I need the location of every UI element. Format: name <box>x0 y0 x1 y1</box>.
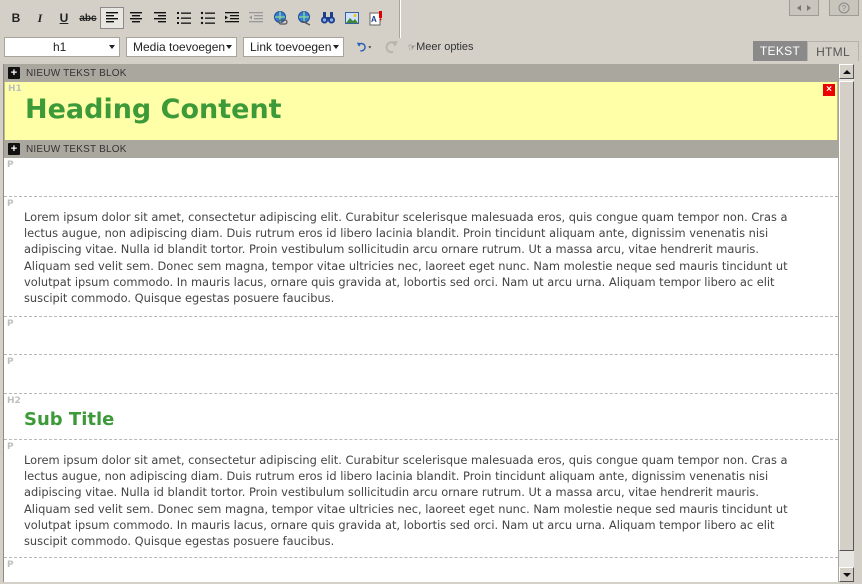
link-select-value: Link toevoegen <box>250 40 332 54</box>
more-options-icon: ☞ <box>408 42 417 52</box>
new-text-block-bar[interactable]: + NIEUW TEKST BLOK <box>4 140 838 158</box>
align-left-icon[interactable] <box>100 7 124 29</box>
paragraph-block-empty[interactable]: P <box>4 355 838 394</box>
toolbar-divider-highlight <box>400 0 401 38</box>
new-block-label: NIEUW TEKST BLOK <box>26 143 127 155</box>
redo-icon <box>385 41 398 54</box>
resize-icon <box>797 4 811 11</box>
help-icon: ? <box>838 2 850 13</box>
insert-link-icon[interactable] <box>268 7 292 29</box>
tab-html[interactable]: HTML <box>807 41 859 61</box>
new-text-block-bar[interactable]: + NIEUW TEKST BLOK <box>4 64 838 82</box>
svg-text:A: A <box>371 15 377 24</box>
block-tag: P <box>7 560 14 570</box>
block-tag: H2 <box>7 396 21 406</box>
format-select-value: h1 <box>53 40 67 54</box>
paragraph-text[interactable]: Lorem ipsum dolor sit amet, consectetur … <box>24 452 809 549</box>
plus-icon[interactable]: + <box>8 143 20 155</box>
paragraph-block[interactable]: P Lorem ipsum dolor sit amet, consectetu… <box>4 440 838 558</box>
strikethrough-label: abc <box>79 12 97 24</box>
remove-link-icon[interactable] <box>292 7 316 29</box>
new-block-label: NIEUW TEKST BLOK <box>26 67 127 79</box>
italic-label: I <box>37 10 43 25</box>
editor-content[interactable]: + NIEUW TEKST BLOK H1 Heading Content × … <box>3 64 838 582</box>
subtitle-block[interactable]: H2 Sub Title <box>4 394 838 440</box>
undo-button[interactable] <box>350 36 378 58</box>
bold-icon[interactable]: B <box>4 7 28 29</box>
close-icon[interactable]: × <box>823 84 835 96</box>
block-tag: P <box>7 442 14 452</box>
chevron-down-icon <box>226 45 232 49</box>
block-tag: P <box>7 160 14 170</box>
block-tag: H1 <box>8 84 22 94</box>
editor-window: B I U abc A ? h1 Media toevoegen Link to… <box>0 0 862 584</box>
scroll-down-button[interactable] <box>839 567 854 582</box>
block-tag: P <box>7 319 14 329</box>
bold-label: B <box>11 11 21 25</box>
scrollbar-thumb[interactable] <box>839 81 854 551</box>
ordered-list-icon[interactable] <box>172 7 196 29</box>
heading-text[interactable]: Heading Content <box>25 94 282 125</box>
outdent-icon[interactable] <box>220 7 244 29</box>
plus-icon[interactable]: + <box>8 67 20 79</box>
arrow-down-icon <box>842 572 851 577</box>
tab-text[interactable]: TEKST <box>753 41 807 61</box>
spellcheck-icon[interactable]: A <box>364 7 388 29</box>
vertical-scrollbar[interactable] <box>838 64 854 582</box>
paragraph-text[interactable]: Lorem ipsum dolor sit amet, consectetur … <box>24 209 809 306</box>
help-button[interactable]: ? <box>829 0 859 16</box>
heading-block[interactable]: H1 Heading Content × <box>4 82 838 140</box>
insert-image-icon[interactable] <box>340 7 364 29</box>
format-select[interactable]: h1 <box>4 37 120 57</box>
align-right-icon[interactable] <box>148 7 172 29</box>
svg-text:?: ? <box>842 4 847 13</box>
block-tag: P <box>7 199 14 209</box>
link-select[interactable]: Link toevoegen <box>243 37 344 57</box>
block-tag: P <box>7 357 14 367</box>
tab-html-label: HTML <box>816 44 850 59</box>
chevron-down-icon <box>333 45 339 49</box>
formatting-toolbar: B I U abc A <box>4 6 388 30</box>
tab-text-label: TEKST <box>759 44 801 58</box>
strikethrough-icon[interactable]: abc <box>76 7 100 29</box>
media-select[interactable]: Media toevoegen <box>126 37 237 57</box>
paragraph-block-empty[interactable]: P <box>4 317 838 355</box>
insert-toolbar: h1 Media toevoegen Link toevoegen ☞Meer … <box>4 36 474 58</box>
chevron-down-icon <box>109 45 115 49</box>
more-options-label: Meer opties <box>416 41 474 53</box>
paragraph-block-empty[interactable]: P <box>4 158 838 197</box>
unordered-list-icon[interactable] <box>196 7 220 29</box>
indent-icon[interactable] <box>244 7 268 29</box>
media-select-value: Media toevoegen <box>133 40 226 54</box>
undo-icon <box>356 42 372 52</box>
subtitle-text[interactable]: Sub Title <box>24 409 114 430</box>
more-options-link[interactable]: ☞Meer opties <box>408 41 474 53</box>
find-icon[interactable] <box>316 7 340 29</box>
scroll-up-button[interactable] <box>839 64 854 79</box>
redo-button[interactable] <box>384 36 400 58</box>
paragraph-block-empty[interactable]: P <box>4 558 838 582</box>
resize-editor-button[interactable] <box>789 0 819 16</box>
paragraph-block[interactable]: P Lorem ipsum dolor sit amet, consectetu… <box>4 197 838 317</box>
align-center-icon[interactable] <box>124 7 148 29</box>
italic-icon[interactable]: I <box>28 7 52 29</box>
arrow-up-icon <box>842 69 851 74</box>
underline-label: U <box>59 11 69 25</box>
underline-icon[interactable]: U <box>52 7 76 29</box>
